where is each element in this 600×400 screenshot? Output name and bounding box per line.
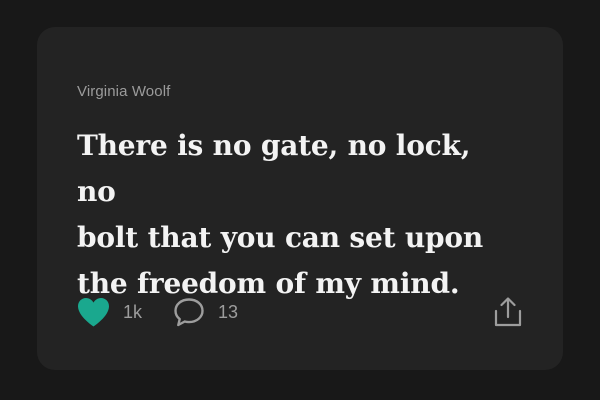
comment-button[interactable]: 13 <box>173 295 238 329</box>
speech-bubble-icon <box>173 297 205 327</box>
quote-line: There is no gate, no lock, no <box>77 129 471 208</box>
action-bar: 1k 13 <box>77 295 523 329</box>
author-name[interactable]: Virginia Woolf <box>77 83 170 100</box>
quote-text: There is no gate, no lock, no bolt that … <box>77 123 517 307</box>
quote-line: bolt that you can set upon <box>77 221 484 254</box>
heart-icon <box>77 297 110 327</box>
share-icon <box>493 296 523 328</box>
like-count: 1k <box>123 301 143 322</box>
like-button[interactable]: 1k <box>77 295 142 329</box>
quote-card: Virginia Woolf There is no gate, no lock… <box>37 27 563 370</box>
comment-count: 13 <box>218 301 239 322</box>
share-button[interactable] <box>493 295 523 329</box>
